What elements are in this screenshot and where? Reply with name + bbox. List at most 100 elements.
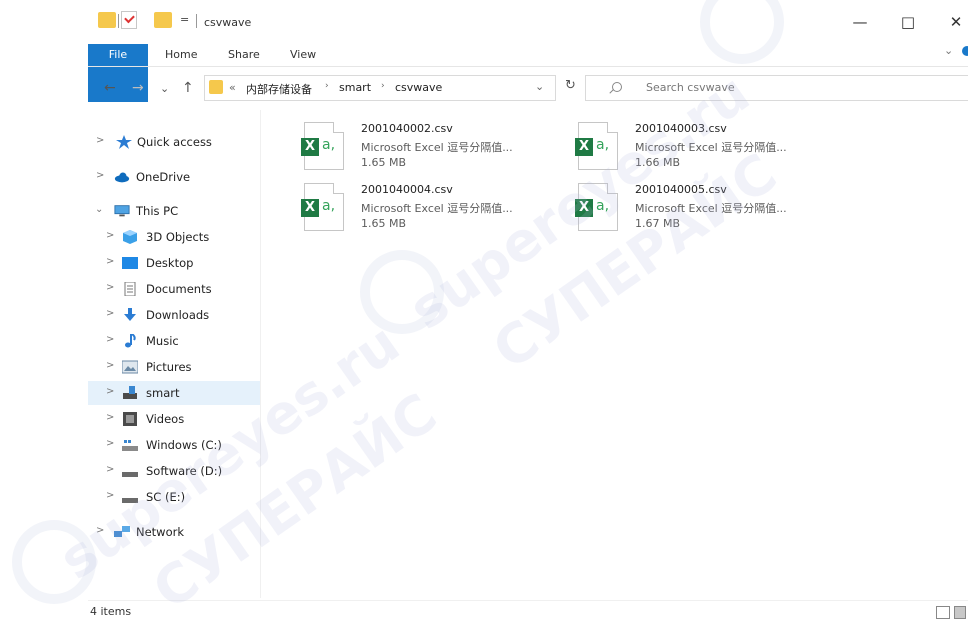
- address-bar[interactable]: « 内部存储设备 › smart › csvwave ⌄: [204, 75, 556, 101]
- sidebar-item-3d-objects[interactable]: > 3D Objects: [88, 225, 260, 249]
- chevron-right-icon[interactable]: >: [106, 386, 114, 397]
- file-name: 2001040004.csv: [361, 183, 453, 196]
- file-type: Microsoft Excel 逗号分隔值...: [361, 141, 513, 154]
- star-icon: [116, 135, 132, 149]
- chevron-right-icon[interactable]: >: [96, 170, 104, 181]
- file-size: 1.65 MB: [361, 156, 407, 169]
- chevron-right-icon[interactable]: >: [106, 438, 114, 449]
- forward-button[interactable]: →: [132, 80, 144, 96]
- music-icon: [125, 334, 136, 348]
- sidebar-item-sc-e[interactable]: > SC (E:): [88, 485, 260, 509]
- excel-csv-icon: Xa,: [301, 122, 344, 170]
- minimize-button[interactable]: —: [840, 10, 880, 34]
- file-name: 2001040003.csv: [635, 122, 727, 135]
- maximize-button[interactable]: □: [888, 10, 928, 34]
- breadcrumb-smart[interactable]: smart: [339, 81, 371, 94]
- sidebar-item-label: 3D Objects: [146, 230, 210, 244]
- window-title: csvwave: [204, 16, 252, 29]
- chevron-right-icon[interactable]: >: [106, 256, 114, 267]
- address-overflow-icon[interactable]: «: [229, 81, 236, 94]
- large-icons-view-icon[interactable]: [954, 606, 966, 619]
- chevron-right-icon[interactable]: >: [106, 412, 114, 423]
- sidebar-item-this-pc[interactable]: ⌄ This PC: [88, 199, 260, 223]
- help-icon[interactable]: [962, 46, 968, 56]
- address-dropdown-icon[interactable]: ⌄: [535, 80, 544, 93]
- tab-view[interactable]: View: [290, 44, 316, 66]
- breadcrumb-internal-storage[interactable]: 内部存储设备: [246, 81, 312, 97]
- file-type: Microsoft Excel 逗号分隔值...: [361, 202, 513, 215]
- sidebar-item-label: Software (D:): [146, 464, 223, 478]
- back-button[interactable]: ←: [104, 80, 116, 96]
- up-button[interactable]: ↑: [182, 80, 194, 96]
- chevron-down-icon[interactable]: ⌄: [95, 204, 103, 215]
- watermark-gear-icon: [360, 250, 444, 334]
- watermark-gear-icon: [12, 520, 96, 604]
- chevron-right-icon[interactable]: >: [106, 308, 114, 319]
- breadcrumb-separator-icon: ›: [381, 81, 385, 91]
- file-name: 2001040005.csv: [635, 183, 727, 196]
- sidebar-item-documents[interactable]: > Documents: [88, 277, 260, 301]
- sidebar-item-label: Pictures: [146, 360, 192, 374]
- file-tile[interactable]: Xa, 2001040004.csv Microsoft Excel 逗号分隔值…: [301, 183, 564, 241]
- file-type: Microsoft Excel 逗号分隔值...: [635, 202, 787, 215]
- status-bar: 4 items: [88, 600, 968, 623]
- excel-csv-icon: Xa,: [301, 183, 344, 231]
- sidebar-item-downloads[interactable]: > Downloads: [88, 303, 260, 327]
- chevron-right-icon[interactable]: >: [106, 360, 114, 371]
- sidebar-item-desktop[interactable]: > Desktop: [88, 251, 260, 275]
- file-tile[interactable]: Xa, 2001040003.csv Microsoft Excel 逗号分隔值…: [575, 122, 838, 180]
- sidebar-item-videos[interactable]: > Videos: [88, 407, 260, 431]
- tab-share[interactable]: Share: [228, 44, 260, 66]
- sidebar-item-label: Desktop: [146, 256, 194, 270]
- chevron-right-icon[interactable]: >: [96, 135, 104, 146]
- chevron-right-icon[interactable]: >: [106, 464, 114, 475]
- breadcrumb-separator-icon: ›: [325, 81, 329, 91]
- sidebar-item-smart[interactable]: > smart: [88, 381, 260, 405]
- sidebar-item-label: This PC: [136, 204, 179, 218]
- explorer-window: = csvwave — □ ✕ File Home Share View ⌄ ←…: [88, 0, 968, 633]
- document-icon: [124, 282, 136, 296]
- sidebar-item-windows-c[interactable]: > Windows (C:): [88, 433, 260, 457]
- file-size: 1.65 MB: [361, 217, 407, 230]
- file-tile[interactable]: Xa, 2001040005.csv Microsoft Excel 逗号分隔值…: [575, 183, 838, 241]
- chevron-right-icon[interactable]: >: [106, 334, 114, 345]
- pane-divider: [260, 110, 261, 598]
- details-view-icon[interactable]: [936, 606, 950, 619]
- new-folder-icon[interactable]: [154, 12, 172, 28]
- download-icon: [124, 308, 136, 321]
- ribbon-divider: [88, 66, 968, 67]
- tab-home[interactable]: Home: [165, 44, 197, 66]
- recent-locations-button[interactable]: ⌄: [160, 82, 169, 95]
- network-icon: [114, 526, 130, 537]
- ribbon-expand-icon[interactable]: ⌄: [944, 44, 953, 57]
- properties-icon[interactable]: [121, 11, 137, 29]
- sidebar-item-label: smart: [146, 386, 180, 400]
- sidebar-item-music[interactable]: > Music: [88, 329, 260, 353]
- refresh-button[interactable]: ↻: [565, 78, 576, 93]
- search-box[interactable]: Search csvwave: [585, 75, 968, 101]
- search-icon: [612, 82, 622, 92]
- breadcrumb-csvwave[interactable]: csvwave: [395, 81, 442, 94]
- sidebar-item-quick-access[interactable]: > Quick access: [88, 130, 260, 154]
- excel-csv-icon: Xa,: [575, 122, 618, 170]
- file-tile[interactable]: Xa, 2001040002.csv Microsoft Excel 逗号分隔值…: [301, 122, 564, 180]
- sidebar-item-label: Music: [146, 334, 179, 348]
- device-icon: [123, 386, 137, 399]
- chevron-right-icon[interactable]: >: [106, 230, 114, 241]
- close-button[interactable]: ✕: [936, 10, 968, 34]
- qat-dropdown-icon[interactable]: =: [180, 13, 189, 26]
- chevron-right-icon[interactable]: >: [106, 490, 114, 501]
- sidebar-item-label: Videos: [146, 412, 185, 426]
- chevron-right-icon[interactable]: >: [106, 282, 114, 293]
- sidebar-item-pictures[interactable]: > Pictures: [88, 355, 260, 379]
- sidebar-item-label: OneDrive: [136, 170, 191, 184]
- sidebar-item-network[interactable]: > Network: [88, 520, 260, 544]
- sidebar-item-label: SC (E:): [146, 490, 186, 504]
- folder-icon: [209, 80, 223, 94]
- chevron-right-icon[interactable]: >: [96, 525, 104, 536]
- folder-icon: [98, 12, 116, 28]
- sidebar-item-onedrive[interactable]: > OneDrive: [88, 165, 260, 189]
- drive-icon: [122, 472, 138, 477]
- desktop-icon: [122, 257, 138, 269]
- sidebar-item-software-d[interactable]: > Software (D:): [88, 459, 260, 483]
